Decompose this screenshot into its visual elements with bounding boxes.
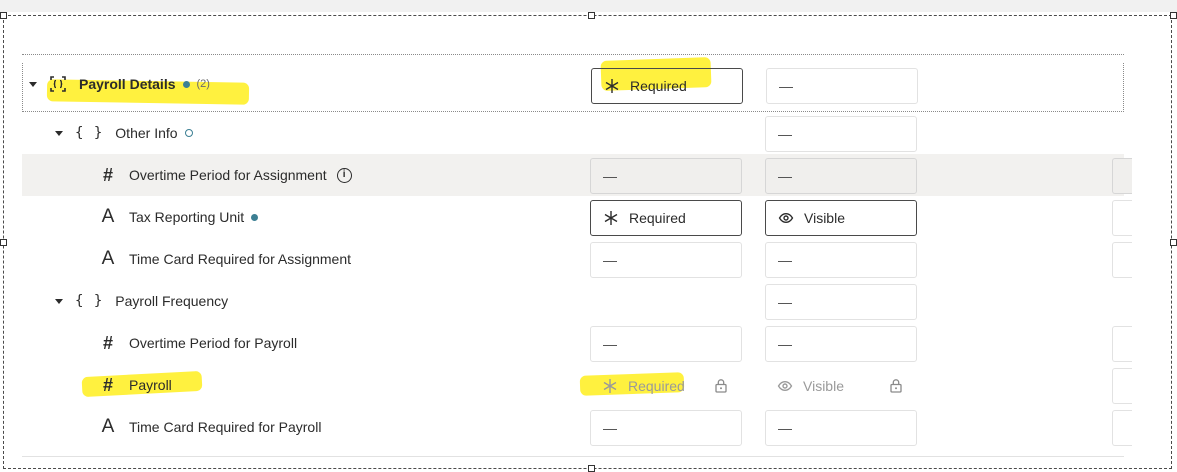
resize-handle-top-left[interactable]	[0, 12, 7, 19]
visible-label: Visible	[803, 378, 844, 394]
visible-cell[interactable]: —	[765, 410, 917, 446]
expand-caret-icon[interactable]	[55, 298, 63, 304]
empty-value: —	[779, 78, 793, 94]
hash-icon: #	[102, 164, 113, 185]
resize-handle-middle-left[interactable]	[0, 239, 7, 246]
required-label: Required	[628, 378, 685, 394]
next-column-cell[interactable]	[1112, 242, 1132, 278]
required-cell[interactable]: —	[590, 242, 742, 278]
required-cell[interactable]: Required	[591, 68, 743, 104]
row-overtime-period-payroll[interactable]: # Overtime Period for Payroll — —	[22, 322, 1132, 364]
asterisk-icon	[604, 78, 620, 94]
next-column-cell[interactable]	[1112, 368, 1132, 404]
row-label: Other Info	[115, 125, 178, 141]
row-overtime-period-assignment[interactable]: # Overtime Period for Assignment i — —	[22, 154, 1132, 196]
bottom-divider	[22, 456, 1124, 457]
empty-value: —	[778, 168, 792, 184]
empty-value: —	[778, 126, 792, 142]
row-other-info[interactable]: { } Other Info —	[22, 112, 1124, 154]
expand-caret-icon[interactable]	[55, 130, 63, 136]
required-label: Required	[630, 78, 687, 94]
row-label: Time Card Required for Assignment	[129, 251, 352, 267]
empty-value: —	[778, 294, 792, 310]
eye-icon	[777, 378, 793, 394]
required-cell[interactable]: —	[590, 326, 742, 362]
empty-value: —	[778, 252, 792, 268]
top-divider	[22, 54, 1124, 55]
braces-icon: { }	[75, 125, 104, 141]
visible-cell[interactable]: —	[765, 158, 917, 194]
visible-cell[interactable]: Visible	[765, 200, 917, 236]
empty-value: —	[778, 336, 792, 352]
row-payroll-frequency[interactable]: { } Payroll Frequency —	[22, 280, 1124, 322]
expand-caret-icon[interactable]	[29, 81, 37, 87]
row-label: Payroll Details	[79, 76, 176, 92]
next-column-cell[interactable]	[1112, 158, 1132, 194]
status-dot-hollow-icon	[184, 129, 193, 137]
next-column-cell[interactable]	[1112, 200, 1132, 236]
empty-value: —	[603, 168, 617, 184]
empty-value: —	[603, 336, 617, 352]
braces-icon: { }	[75, 293, 104, 309]
lock-icon	[714, 378, 728, 396]
row-time-card-assignment[interactable]: A Time Card Required for Assignment — —	[22, 238, 1132, 280]
asterisk-icon	[602, 378, 618, 394]
info-icon[interactable]: i	[336, 167, 352, 183]
visible-cell[interactable]: —	[765, 116, 917, 152]
status-dot-icon	[251, 213, 259, 221]
required-cell-locked: Required	[590, 368, 742, 404]
resize-handle-middle-right[interactable]	[1170, 239, 1177, 246]
required-cell[interactable]: Required	[590, 200, 742, 236]
hash-icon: #	[102, 332, 113, 353]
row-payroll[interactable]: # Payroll Required Visible	[22, 364, 1132, 406]
empty-value: —	[603, 252, 617, 268]
row-label: Payroll Frequency	[115, 293, 229, 309]
visible-cell[interactable]: —	[765, 326, 917, 362]
resize-handle-top-right[interactable]	[1170, 12, 1177, 19]
lock-icon	[889, 378, 903, 396]
row-tax-reporting-unit[interactable]: A Tax Reporting Unit Required Visible	[22, 196, 1132, 238]
row-label: Time Card Required for Payroll	[129, 419, 322, 435]
required-cell[interactable]: —	[590, 158, 742, 194]
child-count: (2)	[196, 78, 210, 90]
resize-handle-bottom-center[interactable]	[588, 465, 595, 472]
object-group-icon	[49, 75, 67, 93]
status-dot-icon	[182, 80, 190, 88]
empty-value: —	[778, 420, 792, 436]
visible-cell[interactable]: —	[765, 242, 917, 278]
required-cell[interactable]: —	[590, 410, 742, 446]
row-label: Tax Reporting Unit	[129, 209, 245, 225]
visible-cell[interactable]: —	[765, 284, 917, 320]
row-label: Overtime Period for Assignment	[129, 167, 327, 183]
asterisk-icon	[603, 210, 619, 226]
letter-a-icon: A	[101, 416, 115, 437]
next-column-cell[interactable]	[1112, 410, 1132, 446]
resize-handle-top-center[interactable]	[588, 12, 595, 19]
row-label: Payroll	[129, 377, 172, 393]
required-label: Required	[629, 210, 686, 226]
row-time-card-payroll[interactable]: A Time Card Required for Payroll — —	[22, 406, 1132, 448]
letter-a-icon: A	[101, 248, 115, 269]
visible-label: Visible	[804, 210, 845, 226]
visible-cell-locked: Visible	[765, 368, 917, 404]
empty-value: —	[603, 420, 617, 436]
letter-a-icon: A	[101, 206, 115, 227]
next-column-cell[interactable]	[1112, 326, 1132, 362]
eye-icon	[778, 210, 794, 226]
row-label: Overtime Period for Payroll	[129, 335, 298, 351]
visible-cell[interactable]: —	[766, 68, 918, 104]
hash-icon: #	[102, 374, 113, 395]
row-payroll-details[interactable]: Payroll Details (2) Required —	[22, 57, 1124, 112]
